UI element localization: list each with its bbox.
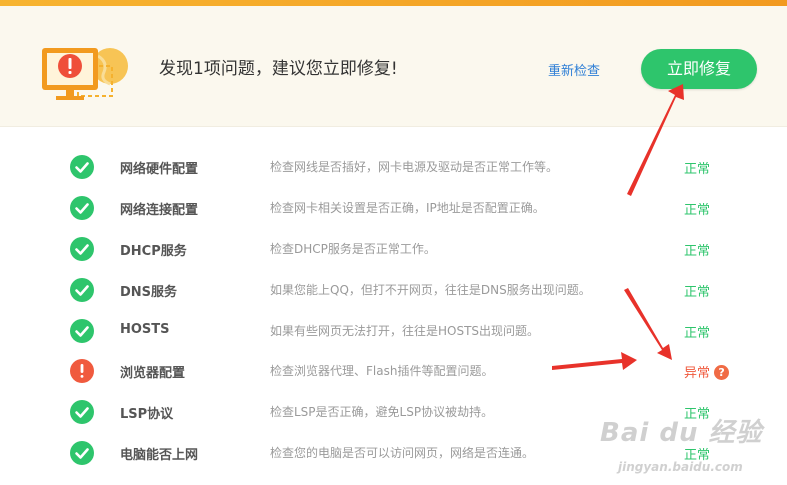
scan-result-header: 发现1项问题，建议您立即修复! 重新检查 立即修复 — [0, 6, 787, 127]
check-description: 检查浏览器代理、Flash插件等配置问题。 — [270, 364, 494, 378]
check-status: 异常 — [684, 366, 711, 381]
check-circle-icon — [70, 237, 94, 261]
check-description: 检查网卡相关设置是否正确，IP地址是否配置正确。 — [270, 201, 545, 215]
watermark-main: Bai du 经验 — [600, 418, 763, 448]
baidu-jingyan-watermark: Bai du 经验 jingyan.baidu.com — [600, 412, 780, 482]
check-status: 正常 — [684, 326, 711, 341]
check-name: DNS服务 — [120, 285, 178, 300]
check-row-hosts: HOSTS 如果有些网页无法打开，往往是HOSTS出现问题。 正常 — [0, 311, 787, 351]
check-circle-icon — [70, 155, 94, 179]
help-icon[interactable]: ? — [714, 365, 730, 380]
check-description: 检查LSP是否正确，避免LSP协议被劫持。 — [270, 405, 494, 419]
monitor-warning-icon — [42, 48, 128, 100]
check-description: 如果您能上QQ，但打不开网页，往往是DNS服务出现问题。 — [270, 283, 591, 297]
warning-circle-icon — [70, 359, 94, 383]
check-name: 网络连接配置 — [120, 203, 199, 218]
check-status: 正常 — [684, 203, 711, 218]
check-description: 检查您的电脑是否可以访问网页，网络是否连通。 — [270, 446, 535, 460]
check-row-browser-config: 浏览器配置 检查浏览器代理、Flash插件等配置问题。 异常? — [0, 351, 787, 391]
check-circle-icon — [70, 319, 94, 343]
check-circle-icon — [70, 196, 94, 220]
fix-now-button[interactable]: 立即修复 — [641, 49, 757, 89]
check-description: 检查网线是否插好，网卡电源及驱动是否正常工作等。 — [270, 160, 559, 174]
check-status-error: 异常? — [684, 362, 730, 381]
check-circle-icon — [70, 278, 94, 302]
check-status: 正常 — [684, 162, 711, 177]
recheck-link[interactable]: 重新检查 — [548, 60, 600, 79]
check-row-dns: DNS服务 如果您能上QQ，但打不开网页，往往是DNS服务出现问题。 正常 — [0, 270, 787, 310]
check-circle-icon — [70, 441, 94, 465]
check-status: 正常 — [684, 244, 711, 259]
check-status: 正常 — [684, 285, 711, 300]
check-name: DHCP服务 — [120, 244, 187, 259]
check-name: LSP协议 — [120, 407, 174, 422]
scan-summary-message: 发现1项问题，建议您立即修复! — [159, 59, 398, 79]
check-row-dhcp: DHCP服务 检查DHCP服务是否正常工作。 正常 — [0, 229, 787, 269]
check-row-network-connection: 网络连接配置 检查网卡相关设置是否正确，IP地址是否配置正确。 正常 — [0, 188, 787, 228]
check-description: 如果有些网页无法打开，往往是HOSTS出现问题。 — [270, 324, 540, 338]
check-name: 浏览器配置 — [120, 366, 186, 381]
check-description: 检查DHCP服务是否正常工作。 — [270, 242, 436, 256]
check-name: 电脑能否上网 — [120, 448, 199, 463]
check-row-network-hardware: 网络硬件配置 检查网线是否插好，网卡电源及驱动是否正常工作等。 正常 — [0, 147, 787, 187]
watermark-sub: jingyan.baidu.com — [618, 460, 743, 474]
check-circle-icon — [70, 400, 94, 424]
check-name: 网络硬件配置 — [120, 162, 199, 177]
check-name: HOSTS — [120, 322, 170, 337]
